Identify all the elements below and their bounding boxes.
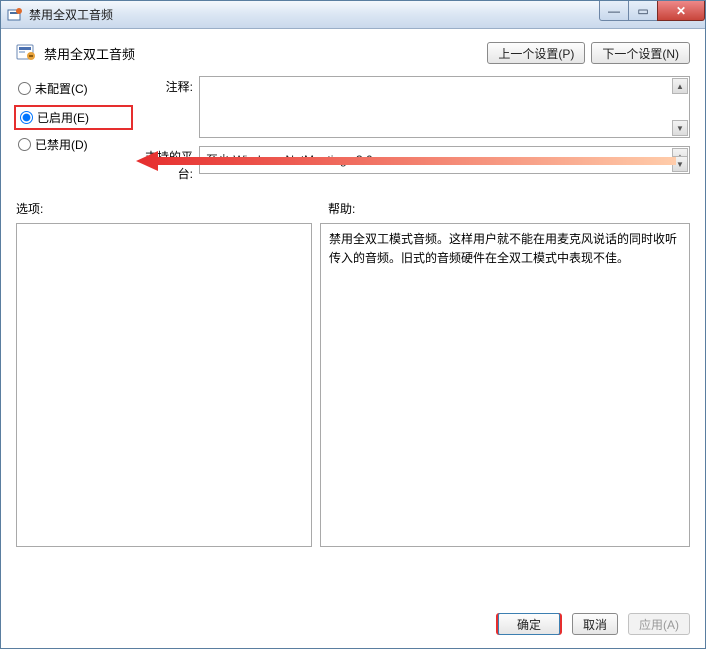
radio-enabled[interactable]: 已启用(E)	[18, 109, 129, 126]
minimize-icon: ―	[608, 4, 620, 18]
prev-setting-button[interactable]: 上一个设置(P)	[487, 42, 585, 64]
radio-not-configured-label: 未配置(C)	[35, 80, 88, 97]
radio-enabled-input[interactable]	[20, 111, 33, 124]
close-icon: ✕	[676, 4, 686, 18]
enabled-highlight: 已启用(E)	[14, 105, 133, 130]
radio-disabled-label: 已禁用(D)	[35, 136, 88, 153]
radio-group: 未配置(C) 已启用(E) 已禁用(D)	[16, 76, 131, 182]
maximize-icon: ▭	[637, 4, 648, 18]
help-panel: 禁用全双工模式音频。这样用户就不能在用麦克风说话的同时收听传入的音频。旧式的音频…	[320, 223, 690, 547]
close-button[interactable]: ✕	[657, 1, 705, 21]
header-row: 禁用全双工音频 上一个设置(P) 下一个设置(N)	[16, 42, 690, 64]
scroll-down-icon[interactable]: ▼	[672, 120, 688, 136]
panels: 禁用全双工模式音频。这样用户就不能在用麦克风说话的同时收听传入的音频。旧式的音频…	[16, 223, 690, 547]
comment-row: 注释: ▲ ▼	[135, 76, 690, 138]
radio-not-configured-input[interactable]	[18, 82, 31, 95]
options-panel[interactable]	[16, 223, 312, 547]
maximize-button[interactable]: ▭	[628, 1, 658, 21]
scroll-up-icon[interactable]: ▲	[672, 78, 688, 94]
window-buttons: ― ▭ ✕	[600, 1, 705, 21]
radio-not-configured[interactable]: 未配置(C)	[16, 80, 131, 97]
content-area: 禁用全双工音频 上一个设置(P) 下一个设置(N) 未配置(C) 已启用(E	[2, 30, 704, 647]
radio-disabled[interactable]: 已禁用(D)	[16, 136, 131, 153]
config-row: 未配置(C) 已启用(E) 已禁用(D) 注释	[16, 76, 690, 182]
setting-icon	[16, 43, 36, 63]
cancel-button[interactable]: 取消	[572, 613, 618, 635]
platform-textbox: 至少 Windows NetMeeting v3.0 ▲ ▼	[199, 146, 690, 174]
minimize-button[interactable]: ―	[599, 1, 629, 21]
dialog-window: 禁用全双工音频 ― ▭ ✕ 禁用全双工音频 上一个设置(P) 下一个设置(N)	[0, 0, 706, 649]
options-label: 选项:	[16, 200, 316, 217]
radio-enabled-label: 已启用(E)	[37, 109, 89, 126]
comment-textbox[interactable]: ▲ ▼	[199, 76, 690, 138]
nav-buttons: 上一个设置(P) 下一个设置(N)	[487, 42, 690, 64]
app-icon	[7, 7, 23, 23]
ok-button-label: 确定	[498, 613, 560, 635]
right-fields: 注释: ▲ ▼ 支持的平台: 至少 Windows NetMeeting v3.…	[135, 76, 690, 182]
ok-button[interactable]: 确定	[496, 613, 562, 635]
apply-button[interactable]: 应用(A)	[628, 613, 690, 635]
radio-disabled-input[interactable]	[18, 138, 31, 151]
section-labels: 选项: 帮助:	[16, 200, 690, 217]
titlebar[interactable]: 禁用全双工音频 ― ▭ ✕	[1, 1, 705, 29]
platform-value: 至少 Windows NetMeeting v3.0	[200, 147, 689, 173]
footer-buttons: 确定 取消 应用(A)	[496, 613, 690, 635]
platform-label: 支持的平台:	[135, 146, 199, 182]
comment-label: 注释:	[135, 76, 199, 138]
setting-title: 禁用全双工音频	[44, 44, 487, 63]
platform-row: 支持的平台: 至少 Windows NetMeeting v3.0 ▲ ▼	[135, 146, 690, 182]
help-text: 禁用全双工模式音频。这样用户就不能在用麦克风说话的同时收听传入的音频。旧式的音频…	[329, 232, 677, 265]
next-setting-button[interactable]: 下一个设置(N)	[591, 42, 690, 64]
scroll-down-icon[interactable]: ▼	[672, 156, 688, 172]
help-label: 帮助:	[328, 200, 355, 217]
